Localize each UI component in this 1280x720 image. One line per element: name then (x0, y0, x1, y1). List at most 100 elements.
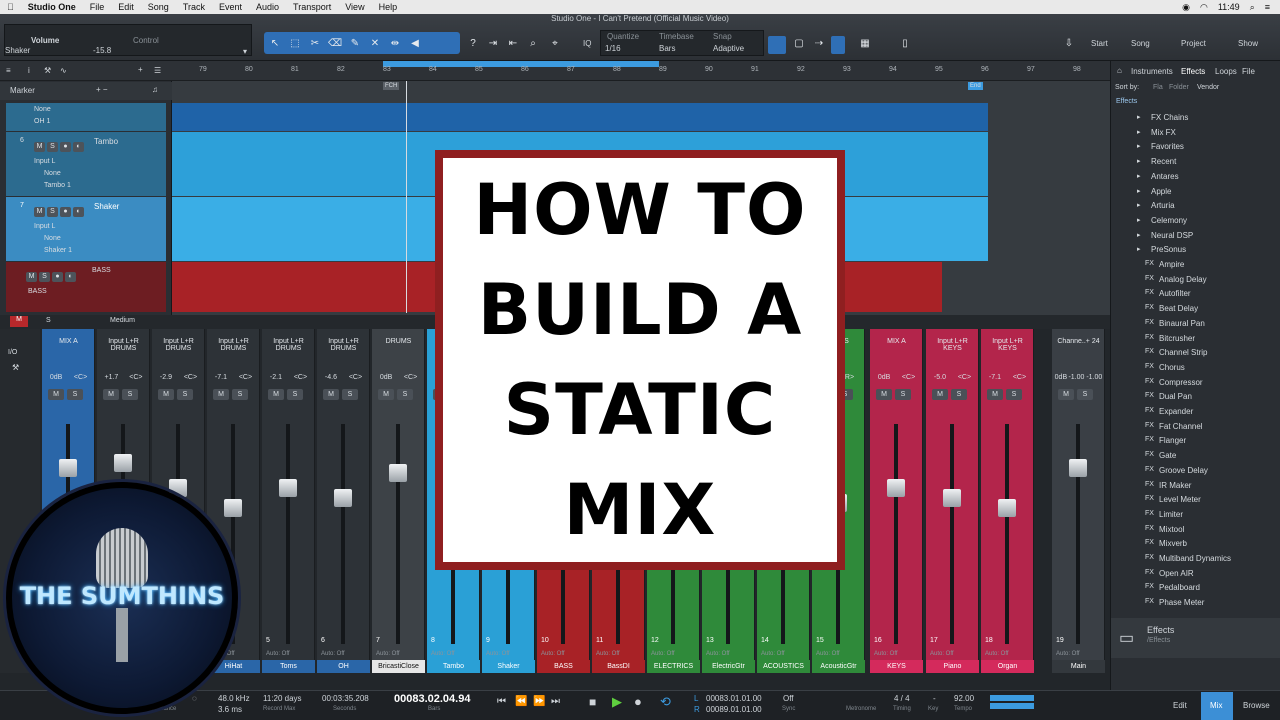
fader-track[interactable] (1005, 424, 1009, 644)
eraser-tool-icon[interactable]: ⌫ (328, 36, 342, 50)
channel-name[interactable]: BassDI (592, 660, 645, 673)
mute-button[interactable]: M (26, 272, 37, 282)
channel-pan[interactable]: -1.00 -1.00 (1068, 374, 1102, 381)
channel-name[interactable]: OH (317, 660, 370, 673)
listen-tool-icon[interactable]: ◀ (408, 36, 422, 50)
track-menu-icon[interactable]: ☰ (154, 66, 161, 75)
effect-item[interactable]: Groove Delay (1159, 466, 1208, 475)
browser-path[interactable]: Effects (1116, 98, 1137, 105)
browser-folder[interactable]: Mix FX (1151, 128, 1176, 137)
forward-end-icon[interactable]: ⏭ (551, 696, 560, 707)
effect-item[interactable]: Level Meter (1159, 495, 1201, 504)
effect-item[interactable]: Compressor (1159, 378, 1203, 387)
effect-item[interactable]: Mixverb (1159, 539, 1187, 548)
sort-folder[interactable]: Folder (1169, 84, 1189, 91)
channel-volume[interactable]: 0dB (380, 374, 392, 381)
channel-io[interactable]: MIX A (45, 338, 92, 345)
split-tool-icon[interactable]: ✂ (308, 36, 322, 50)
paint-tool-icon[interactable]: ✎ (348, 36, 362, 50)
track-output[interactable]: Shaker 1 (44, 247, 72, 254)
channel-volume[interactable]: 0dB (1055, 374, 1067, 381)
fader-handle[interactable] (943, 489, 961, 507)
browser-folder[interactable]: FX Chains (1151, 113, 1188, 122)
channel-io[interactable]: Input L+R DRUMS (155, 338, 202, 352)
chevron-down-icon[interactable]: ▾ (243, 47, 247, 56)
solo-button[interactable]: S (397, 389, 413, 400)
fader-handle[interactable] (1069, 459, 1087, 477)
add-track-icon[interactable]: + (138, 65, 143, 74)
effect-item[interactable]: Open AIR (1159, 569, 1194, 578)
browser-folder[interactable]: Apple (1151, 187, 1171, 196)
home-icon[interactable]: ⌂ (1117, 66, 1122, 75)
channel-name[interactable]: BASS (537, 660, 590, 673)
snap-value[interactable]: Adaptive (713, 44, 744, 53)
automation-mode[interactable]: Auto: Off (431, 651, 455, 657)
automation-mode[interactable]: Auto: Off (376, 651, 400, 657)
browser-folder[interactable]: Arturia (1151, 201, 1175, 210)
channel-name[interactable]: Organ (981, 660, 1034, 673)
apple-menu[interactable]:  (0, 2, 21, 12)
key-value[interactable]: - (933, 694, 936, 703)
channel-io[interactable]: Input L+R DRUMS (210, 338, 257, 352)
search-icon[interactable]: ⌕ (1250, 2, 1255, 13)
fader-handle[interactable] (59, 459, 77, 477)
track-name[interactable]: Shaker (94, 202, 119, 211)
download-icon[interactable]: ⇩ (1062, 36, 1076, 50)
sort-vendor[interactable]: Vendor (1197, 84, 1219, 91)
fader-track[interactable] (396, 424, 400, 644)
channel-pan[interactable]: <C> (74, 374, 87, 381)
menu-edit[interactable]: Edit (111, 2, 141, 12)
timebase-value[interactable]: Bars (659, 44, 675, 53)
channel-name[interactable]: Shaker (482, 660, 535, 673)
channel-io[interactable]: MIX A (873, 338, 920, 345)
menu-song[interactable]: Song (141, 2, 176, 12)
loop-icon[interactable]: ⟲ (660, 694, 671, 710)
mute-button[interactable]: M (1058, 389, 1074, 400)
solo-button[interactable]: S (342, 389, 358, 400)
bars-display[interactable]: 00083.02.04.94 (394, 693, 470, 705)
solo-button[interactable]: S (67, 389, 83, 400)
effect-item[interactable]: Flanger (1159, 436, 1186, 445)
quantize-value[interactable]: 1/16 (605, 44, 621, 53)
fader-track[interactable] (1076, 424, 1080, 644)
view-mix[interactable]: Mix (1210, 701, 1222, 710)
track-output[interactable]: Tambo 1 (44, 182, 71, 189)
channel-volume[interactable]: -2.9 (160, 374, 172, 381)
channel-name[interactable]: Toms (262, 660, 315, 673)
effect-item[interactable]: Beat Delay (1159, 304, 1198, 313)
fader-handle[interactable] (389, 464, 407, 482)
solo-button[interactable]: S (232, 389, 248, 400)
channel-io[interactable]: Input L+R DRUMS (320, 338, 367, 352)
param-value[interactable]: -15.8 (93, 46, 111, 55)
channel-volume[interactable]: -5.0 (934, 374, 946, 381)
global-solo-button[interactable]: S (46, 317, 51, 324)
channel-io[interactable]: Input L+R DRUMS (100, 338, 147, 352)
mute-button[interactable]: M (987, 389, 1003, 400)
automation-mode[interactable]: Auto: Off (816, 651, 840, 657)
channel-pan[interactable]: <C> (184, 374, 197, 381)
track-row[interactable]: 6 M S ● ◐ Tambo Input L None Tambo 1 (6, 132, 166, 196)
browser-folder[interactable]: Favorites (1151, 142, 1184, 151)
automation-mode[interactable]: Auto: Off (486, 651, 510, 657)
nav-start[interactable]: Start (1091, 39, 1108, 48)
mute-button[interactable]: M (932, 389, 948, 400)
snap-toggle-icon[interactable] (768, 36, 786, 54)
mixer-channel-strip[interactable]: Input L+R DRUMS -4.6 <C> M S 6 Auto: Off OH (317, 329, 370, 673)
menu-view[interactable]: View (338, 2, 371, 12)
automation-mode[interactable]: Auto: Off (985, 651, 1009, 657)
solo-button[interactable]: S (1006, 389, 1022, 400)
channel-name[interactable]: ELECTRICS (647, 660, 700, 673)
arrow-tool-icon[interactable]: ↖ (268, 36, 282, 50)
glue-icon[interactable]: ⇤ (506, 36, 520, 50)
channel-volume[interactable]: 0dB (878, 374, 890, 381)
bend-tool-icon[interactable]: ⇹ (388, 36, 402, 50)
marker-fch[interactable]: FCH (383, 82, 400, 90)
menu-audio[interactable]: Audio (249, 2, 286, 12)
solo-button[interactable]: S (47, 207, 58, 217)
solo-button[interactable]: S (287, 389, 303, 400)
list-view-icon[interactable]: ≡ (6, 66, 11, 75)
effect-item[interactable]: Dual Pan (1159, 392, 1192, 401)
nav-song[interactable]: Song (1131, 39, 1150, 48)
wifi-icon[interactable]: ◠ (1200, 2, 1208, 13)
effect-item[interactable]: IR Maker (1159, 481, 1191, 490)
